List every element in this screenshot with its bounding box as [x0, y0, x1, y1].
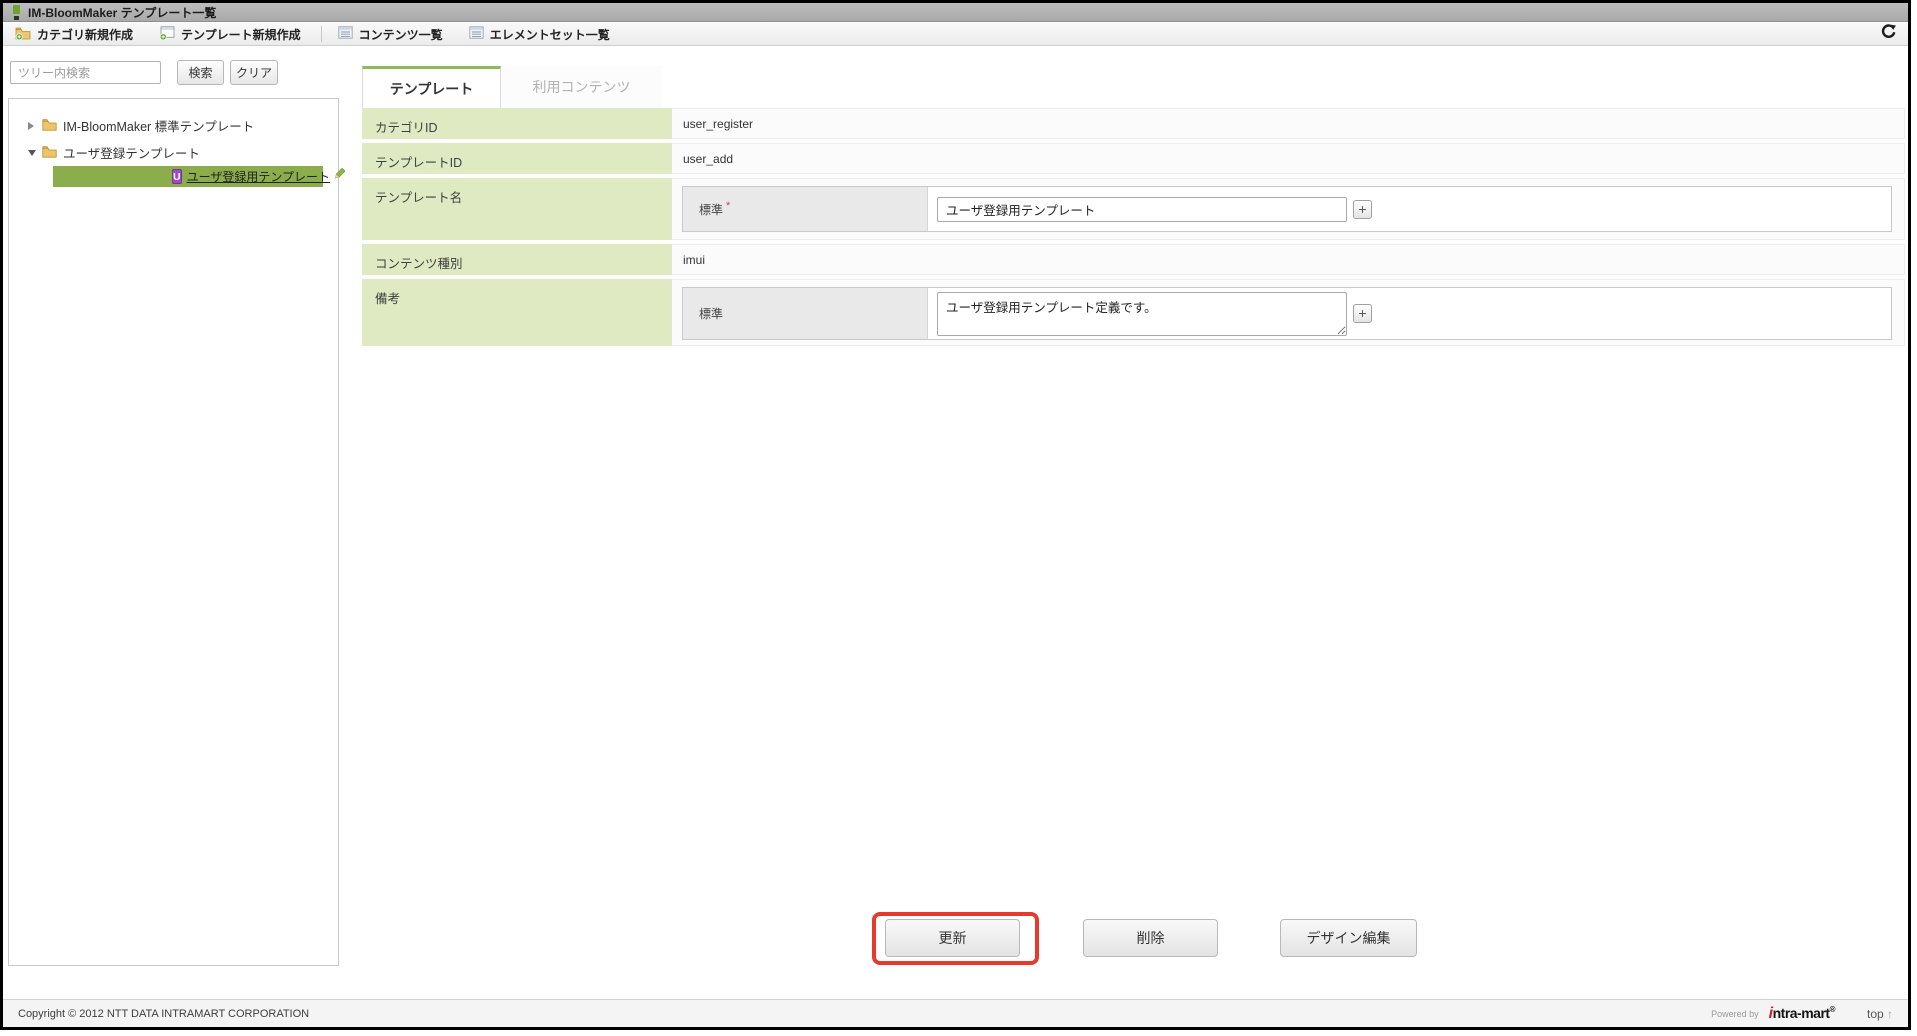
locale-label: 標準 — [683, 288, 928, 339]
new-category-label: カテゴリ新規作成 — [37, 27, 134, 42]
back-to-top-link[interactable]: top ↑ — [1867, 1007, 1893, 1021]
folder-icon — [42, 145, 57, 161]
powered-by-label: Powered by — [1711, 1008, 1759, 1019]
refresh-button[interactable] — [1881, 24, 1896, 44]
copyright-text: Copyright © 2012 NTT DATA INTRAMART CORP… — [18, 1007, 310, 1020]
tab-used-contents[interactable]: 利用コンテンツ — [501, 66, 662, 108]
add-locale-button[interactable]: + — [1353, 304, 1372, 323]
pencil-icon — [332, 167, 346, 186]
folder-add-icon — [15, 26, 31, 43]
field-label: 備考 — [362, 279, 672, 346]
elementset-list-label: エレメントセット一覧 — [489, 27, 610, 42]
note-textarea[interactable]: ユーザ登録用テンプレート定義です。 — [937, 291, 1347, 336]
field-label: テンプレートID — [362, 143, 672, 174]
refresh-icon — [1881, 24, 1896, 44]
toolbar: カテゴリ新規作成 テンプレート新規作成 コンテンツ一覧 エレメントセット一覧 — [3, 23, 1908, 46]
field-label: コンテンツ種別 — [362, 244, 672, 275]
field-label: カテゴリID — [362, 108, 672, 139]
chevron-down-icon[interactable] — [28, 149, 36, 156]
field-row-template-name: テンプレート名 標準 * + — [362, 178, 1905, 240]
update-button[interactable]: 更新 — [885, 919, 1020, 957]
tree-node-label: ユーザ登録テンプレート — [63, 147, 200, 161]
design-edit-button[interactable]: デザイン編集 — [1280, 919, 1417, 957]
template-add-icon — [159, 25, 175, 43]
content-list-button[interactable]: コンテンツ一覧 — [338, 26, 443, 43]
search-button[interactable]: 検索 — [177, 60, 224, 85]
content-type-value: imui — [672, 244, 1905, 275]
elementset-list-button[interactable]: エレメントセット一覧 — [469, 26, 610, 43]
footer: Copyright © 2012 NTT DATA INTRAMART CORP… — [3, 999, 1908, 1027]
tree-node-label: IM-BloomMaker 標準テンプレート — [63, 120, 255, 134]
new-template-label: テンプレート新規作成 — [181, 27, 301, 42]
title-bar: IM-BloomMaker テンプレート一覧 — [3, 3, 1908, 22]
add-locale-button[interactable]: + — [1353, 199, 1372, 219]
field-row-category-id: カテゴリID user_register — [362, 108, 1905, 139]
field-row-note: 備考 標準 ユーザ登録用テンプレート定義です。 + — [362, 279, 1905, 346]
list-icon — [469, 26, 484, 42]
locale-label: 標準 * — [683, 187, 928, 231]
field-row-template-id: テンプレートID user_add — [362, 143, 1905, 174]
template-id-value: user_add — [672, 143, 1905, 174]
app-window: IM-BloomMaker テンプレート一覧 カテゴリ新規作成 テンプレート新規… — [0, 0, 1911, 1030]
template-u-icon: U — [172, 169, 182, 184]
content-list-label: コンテンツ一覧 — [358, 27, 443, 42]
category-id-value: user_register — [672, 108, 1905, 139]
intra-mart-logo: intra-mart® — [1768, 1004, 1836, 1022]
note-value-area: 標準 ユーザ登録用テンプレート定義です。 + — [672, 279, 1905, 346]
template-name-value-area: 標準 * + — [672, 178, 1905, 240]
clear-button[interactable]: クリア — [230, 60, 278, 85]
list-icon — [338, 26, 353, 42]
app-icon — [13, 4, 20, 20]
required-mark: * — [726, 200, 731, 212]
tab-template[interactable]: テンプレート — [362, 66, 501, 108]
new-template-button[interactable]: テンプレート新規作成 — [159, 25, 301, 43]
tab-strip: テンプレート 利用コンテンツ — [362, 66, 662, 108]
tree-node-standard-templates[interactable]: IM-BloomMaker 標準テンプレート — [9, 112, 338, 139]
folder-icon — [42, 118, 57, 134]
page-title: IM-BloomMaker テンプレート一覧 — [28, 5, 217, 20]
template-name-input[interactable] — [937, 196, 1347, 222]
up-arrow-icon: ↑ — [1887, 1006, 1893, 1021]
field-label: テンプレート名 — [362, 178, 672, 240]
tree-search-input[interactable] — [10, 61, 161, 84]
toolbar-separator — [320, 26, 322, 42]
chevron-right-icon[interactable] — [28, 121, 34, 130]
tree-node-user-register-templates[interactable]: ユーザ登録テンプレート — [9, 139, 338, 166]
template-tree: IM-BloomMaker 標準テンプレート ユーザ登録テンプレート U ユーザ… — [8, 98, 346, 966]
delete-button[interactable]: 削除 — [1083, 919, 1218, 957]
field-row-content-type: コンテンツ種別 imui — [362, 244, 1905, 275]
template-form: カテゴリID user_register テンプレートID user_add テ… — [362, 108, 1905, 350]
tree-node-user-register-template-selected[interactable]: U ユーザ登録用テンプレート — [53, 166, 346, 187]
new-category-button[interactable]: カテゴリ新規作成 — [15, 26, 133, 43]
tree-node-label: ユーザ登録用テンプレート — [186, 170, 330, 184]
